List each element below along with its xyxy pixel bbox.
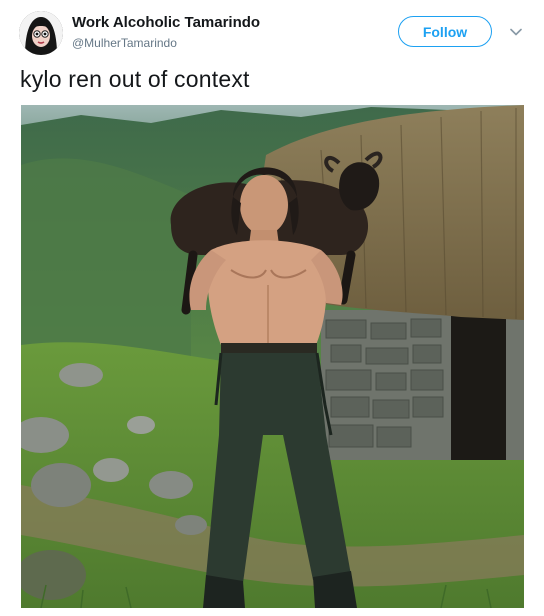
avatar-icon [19,11,63,55]
tweet-menu-button[interactable] [507,23,525,41]
author-handle[interactable]: @MulherTamarindo [72,36,177,50]
tweet-header: Work Alcoholic Tamarindo @MulherTamarind… [0,0,544,62]
photo-illustration [21,105,524,608]
follow-button[interactable]: Follow [398,16,492,47]
author-name[interactable]: Work Alcoholic Tamarindo [72,14,260,31]
chevron-down-icon [510,28,522,36]
follow-button-label: Follow [422,23,468,40]
avatar[interactable] [19,11,63,55]
tweet-photo[interactable] [21,105,524,608]
tweet-text: kylo ren out of context [20,66,250,92]
